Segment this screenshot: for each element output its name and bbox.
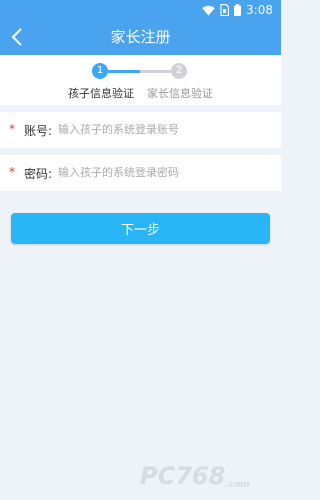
password-required-mark: * <box>9 165 15 179</box>
step-2-number: 2 <box>171 63 187 79</box>
watermark-main: PC768 <box>140 462 226 490</box>
step-progress-line-inactive <box>140 70 171 73</box>
step-indicator: 1 2 孩子信息验证 家长信息验证 <box>0 55 281 105</box>
next-step-button[interactable]: 下一步 <box>11 213 270 244</box>
watermark: PC768.com <box>140 462 250 490</box>
step-2-label: 家长信息验证 <box>147 87 213 100</box>
app-bar: 家长注册 <box>0 20 281 55</box>
wifi-icon <box>202 5 215 15</box>
account-field-row: * 账号: <box>0 112 281 148</box>
account-input[interactable] <box>58 118 268 140</box>
watermark-sub: .com <box>225 480 250 490</box>
step-1-number: 1 <box>92 63 108 79</box>
password-input[interactable] <box>58 161 268 183</box>
step-1-label: 孩子信息验证 <box>68 87 134 100</box>
status-icons: 3:08 <box>202 3 273 17</box>
account-required-mark: * <box>9 122 15 136</box>
status-bar: 3:08 <box>0 0 281 20</box>
page-title: 家长注册 <box>110 28 171 46</box>
password-label: 密码: <box>24 167 53 181</box>
sim-icon <box>220 4 230 16</box>
step-progress-line-active <box>108 70 140 73</box>
password-field-row: * 密码: <box>0 155 281 191</box>
account-label: 账号: <box>24 124 53 138</box>
status-time: 3:08 <box>246 3 273 17</box>
battery-icon <box>234 4 242 16</box>
